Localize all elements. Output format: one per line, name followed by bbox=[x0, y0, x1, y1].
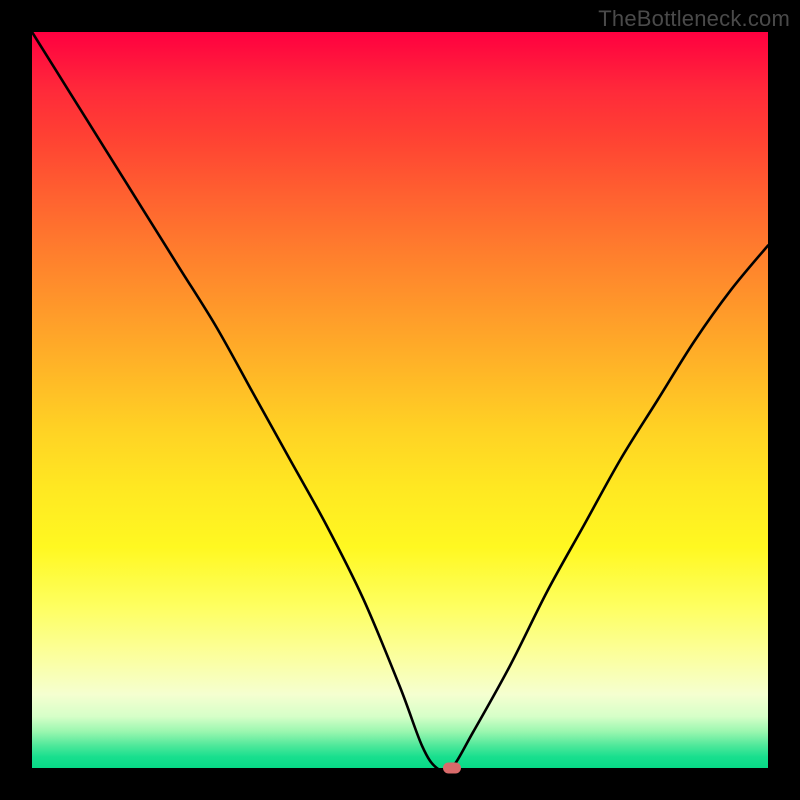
chart-frame: TheBottleneck.com bbox=[0, 0, 800, 800]
plot-area bbox=[32, 32, 768, 768]
watermark-text: TheBottleneck.com bbox=[598, 6, 790, 32]
optimal-point-marker bbox=[443, 763, 461, 774]
bottleneck-curve bbox=[32, 32, 768, 768]
